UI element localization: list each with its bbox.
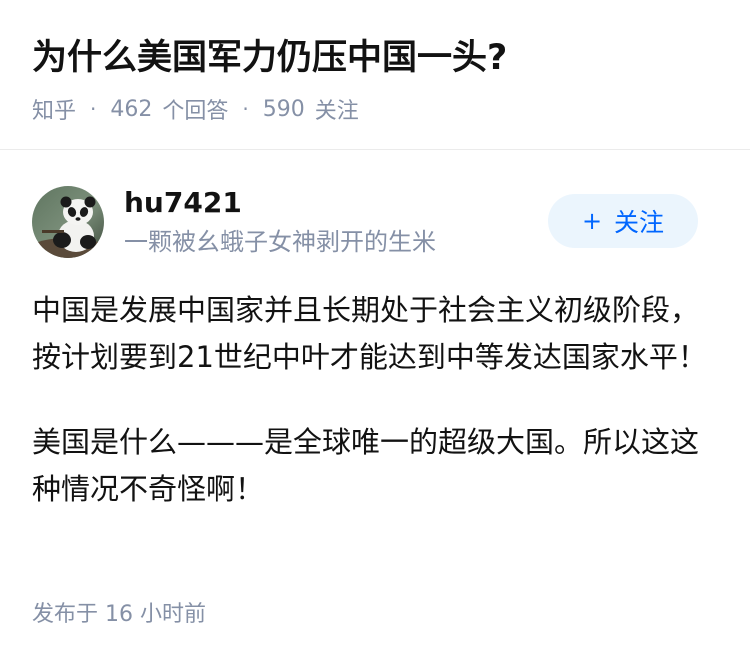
question-meta: 知乎 · 462 个回答 · 590 关注	[32, 92, 359, 126]
answer-content[interactable]: 中国是发展中国家并且长期处于社会主义初级阶段，按计划要到21世纪中叶才能达到中等…	[32, 287, 712, 513]
follow-button[interactable]: + 关注	[548, 194, 698, 248]
answer-paragraph: 中国是发展中国家并且长期处于社会主义初级阶段，按计划要到21世纪中叶才能达到中等…	[32, 293, 707, 374]
panda-avatar-image	[32, 186, 104, 258]
plus-icon: +	[581, 207, 603, 235]
question-title[interactable]: 为什么美国军力仍压中国一头?	[32, 34, 507, 82]
meta-separator: ·	[90, 97, 97, 121]
follower-count: 590	[262, 96, 305, 122]
meta-separator: ·	[242, 97, 249, 121]
follow-button-label: 关注	[614, 208, 665, 237]
answer-count-label: 个回答	[162, 99, 229, 124]
source-label: 知乎	[32, 99, 77, 124]
question-header: 为什么美国军力仍压中国一头? 知乎 · 462 个回答 · 590 关注	[0, 0, 750, 150]
author-bio: 一颗被幺蛾子女神剥开的生米	[124, 228, 436, 256]
answer-paragraph: 美国是什么———是全球唯一的超级大国。所以这这种情况不奇怪啊！	[32, 425, 700, 506]
answer-count: 462	[110, 96, 153, 122]
publish-time: 发布于 16 小时前	[32, 602, 206, 627]
author-avatar[interactable]	[32, 186, 104, 258]
follower-count-label: 关注	[314, 99, 359, 124]
author-name[interactable]: hu7421	[124, 184, 242, 222]
answer-card: hu7421 一颗被幺蛾子女神剥开的生米 + 关注 中国是发展中国家并且长期处于…	[0, 150, 750, 666]
